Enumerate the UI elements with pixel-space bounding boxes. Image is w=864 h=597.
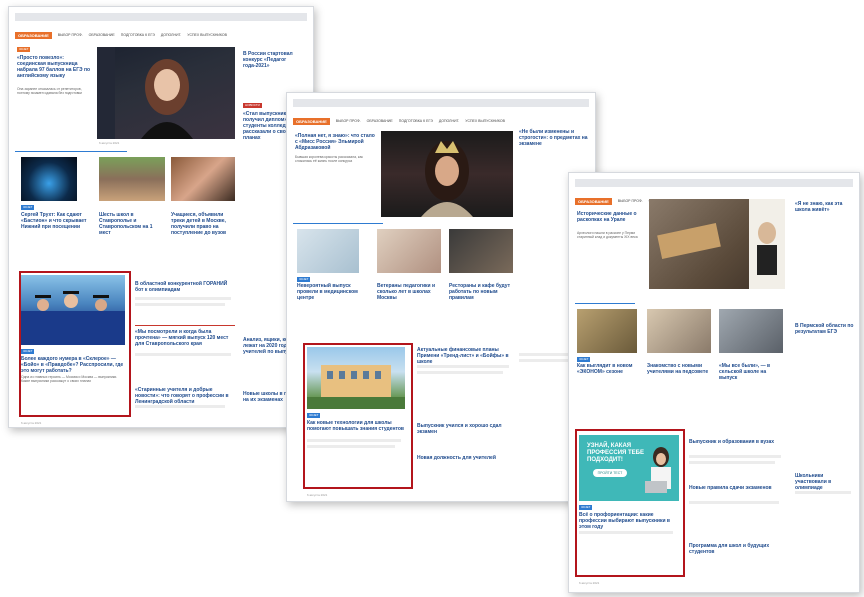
category-tag[interactable]: ЗАЧЕТ <box>577 357 591 362</box>
thumbnail-cafe[interactable] <box>449 229 513 273</box>
headline[interactable]: «Просто повезло»: соединская выпускница … <box>17 55 91 79</box>
date-label: 6 августа 2021 <box>579 581 600 585</box>
card-title[interactable]: Учащиеся, объявили треки детей в Москве,… <box>171 212 235 236</box>
section-rule <box>135 325 235 326</box>
mid-headline[interactable]: Выпускник и образования в вузах <box>689 439 785 445</box>
text-line <box>417 365 509 368</box>
news-page-3: ОБРАЗОВАНИЕ ВЫБОР ПРОФ. ОБРАЗОВАНИЕ ПОДГ… <box>568 172 860 593</box>
card-title[interactable]: «Мы все были», — в сельской школе на вып… <box>719 363 783 381</box>
mid-headline[interactable]: «Старинные учителя и добрые новости»: чт… <box>135 387 235 405</box>
nav-item[interactable]: ПОДГОТОВКА К ЕГЭ <box>399 119 433 123</box>
right-item[interactable]: «Не были изменены и строгости»: о предме… <box>519 129 589 147</box>
card-title[interactable]: Знакомство с новыми учителями на педсове… <box>647 363 711 375</box>
nav-item[interactable]: ВЫБОР ПРОФ. <box>336 119 361 123</box>
nav-item[interactable]: ВЫБОР ПРОФ. <box>618 199 643 203</box>
site-nav: ОБРАЗОВАНИЕ ВЫБОР ПРОФ. ОБРАЗОВАНИЕ ПОДГ… <box>293 117 589 125</box>
mid-headline[interactable]: В областной конкурентной ГОРАНИЙ бот к о… <box>135 281 235 293</box>
card-title[interactable]: Как выглядит в новом «ЭКОНОМ» сезоне <box>577 363 639 375</box>
site-logo[interactable]: ОБРАЗОВАНИЕ <box>15 31 52 39</box>
text-line <box>135 353 231 356</box>
headline-text: Она заранее отказалась от репетиторов, п… <box>17 87 82 96</box>
headline-photo[interactable] <box>381 131 513 217</box>
mid-headline[interactable]: Новая должность для учителей <box>417 455 513 461</box>
text-line <box>135 405 225 408</box>
category-tag[interactable]: ЗАЧЕТ <box>17 47 31 52</box>
mid-headline[interactable]: «Мы посмотрели и когда была прочтена» — … <box>135 329 235 347</box>
nav-item[interactable]: ОБРАЗОВАНИЕ <box>367 119 393 123</box>
right-item[interactable]: Школьники участвовали в олимпиаде <box>795 473 855 491</box>
right-headline[interactable]: В России стартовал конкурс «Педагог года… <box>243 51 307 69</box>
headline-text: Бывшая королева красоты рассказала, как … <box>295 155 363 164</box>
nav-item[interactable]: УСПЕХ ВЫПУСКНИКОВ <box>187 33 227 37</box>
nav-item[interactable]: ОБРАЗОВАНИЕ <box>89 33 115 37</box>
card-title[interactable]: Сергей Трухт: Как сдают «Бастион» и что … <box>21 212 87 230</box>
nav-item[interactable]: ПОДГОТОВКА К ЕГЭ <box>121 33 155 37</box>
card-title[interactable]: Рестораны и кафе будут работать по новым… <box>449 283 513 301</box>
category-tag[interactable]: ЗАЧЕТ <box>21 205 35 210</box>
browser-bar <box>293 99 589 107</box>
screenshot-collage: ОБРАЗОВАНИЕ ВЫБОР ПРОФ. ОБРАЗОВАНИЕ ПОДГ… <box>0 0 864 597</box>
highlight-frame <box>575 429 685 577</box>
excavation-image <box>657 199 785 289</box>
text-line <box>689 501 779 504</box>
site-logo[interactable]: ОБРАЗОВАНИЕ <box>293 117 330 125</box>
thumbnail-people[interactable] <box>577 309 637 353</box>
photo-caption: 6 августа 2021 <box>99 141 120 145</box>
section-rule <box>15 151 127 152</box>
site-logo[interactable]: ОБРАЗОВАНИЕ <box>575 197 612 205</box>
portrait-image <box>97 47 193 139</box>
thumbnail-teachers[interactable] <box>377 229 441 273</box>
text-line <box>689 455 781 458</box>
mid-headline[interactable]: Программа для школ и будущих студентов <box>689 543 785 555</box>
thumbnail-girl[interactable] <box>171 157 235 201</box>
date-label: 6 августа 2021 <box>307 493 328 497</box>
thumbnail-teachers[interactable] <box>647 309 711 353</box>
browser-bar <box>15 13 307 21</box>
right-item[interactable]: «Я не знаю, как эта школа живёт» <box>795 201 855 213</box>
highlight-frame <box>19 271 131 417</box>
text-line <box>135 303 225 306</box>
card-title[interactable]: Невероятный выпуск провели в медицинском… <box>297 283 363 301</box>
text-line <box>689 461 775 464</box>
mid-headline[interactable]: Выпускник учился и хорошо сдал экзамен <box>417 423 513 435</box>
category-tag[interactable]: НОВОСТИ <box>243 103 262 108</box>
news-page-2: ОБРАЗОВАНИЕ ВЫБОР ПРОФ. ОБРАЗОВАНИЕ ПОДГ… <box>286 92 596 502</box>
date-label: 6 августа 2021 <box>21 421 42 425</box>
section-rule <box>575 303 635 304</box>
headline[interactable]: «Полная нет, я знаю»: что стало с «Мисс … <box>295 133 375 151</box>
thumbnail-crowd[interactable] <box>99 157 165 201</box>
thumbnail-concert[interactable] <box>21 157 77 201</box>
miss-russia-image <box>421 141 473 217</box>
category-tag[interactable]: ЗАЧЕТ <box>297 277 311 282</box>
news-page-1: ОБРАЗОВАНИЕ ВЫБОР ПРОФ. ОБРАЗОВАНИЕ ПОДГ… <box>8 6 314 428</box>
section-rule <box>293 223 383 224</box>
headline-photo[interactable] <box>649 199 785 289</box>
text-line <box>135 297 231 300</box>
card-title[interactable]: Ветераны педагогики и сколько лет в школ… <box>377 283 443 301</box>
nav-item[interactable]: УСПЕХ ВЫПУСКНИКОВ <box>465 119 505 123</box>
right-item[interactable]: В Пермской области по результатам ЕГЭ <box>795 323 855 335</box>
headline-photo[interactable] <box>97 47 235 139</box>
browser-bar <box>575 179 853 187</box>
thumbnail-medical[interactable] <box>297 229 359 273</box>
text-line <box>795 491 851 494</box>
thumbnail-classroom[interactable] <box>719 309 783 353</box>
mid-headline[interactable]: Новые правила сдачи экзаменов <box>689 485 785 491</box>
nav-item[interactable]: ВЫБОР ПРОФ. <box>58 33 83 37</box>
card-title[interactable]: Шесть школ в Ставрополье и Ставропольско… <box>99 212 165 236</box>
nav-item[interactable]: ДОПОЛНИТ. <box>161 33 181 37</box>
headline[interactable]: Исторические данные о раскопках на Урале <box>577 211 643 223</box>
site-nav: ОБРАЗОВАНИЕ ВЫБОР ПРОФ. ОБРАЗОВАНИЕ ПОДГ… <box>15 31 307 39</box>
highlight-frame <box>303 343 413 489</box>
text-line <box>417 371 503 374</box>
mid-headline[interactable]: Актуальные финансовые планы Примени «Тре… <box>417 347 513 365</box>
nav-item[interactable]: ДОПОЛНИТ. <box>439 119 459 123</box>
headline-text: Археологи нашли в раскопе у Перми старин… <box>577 231 638 240</box>
